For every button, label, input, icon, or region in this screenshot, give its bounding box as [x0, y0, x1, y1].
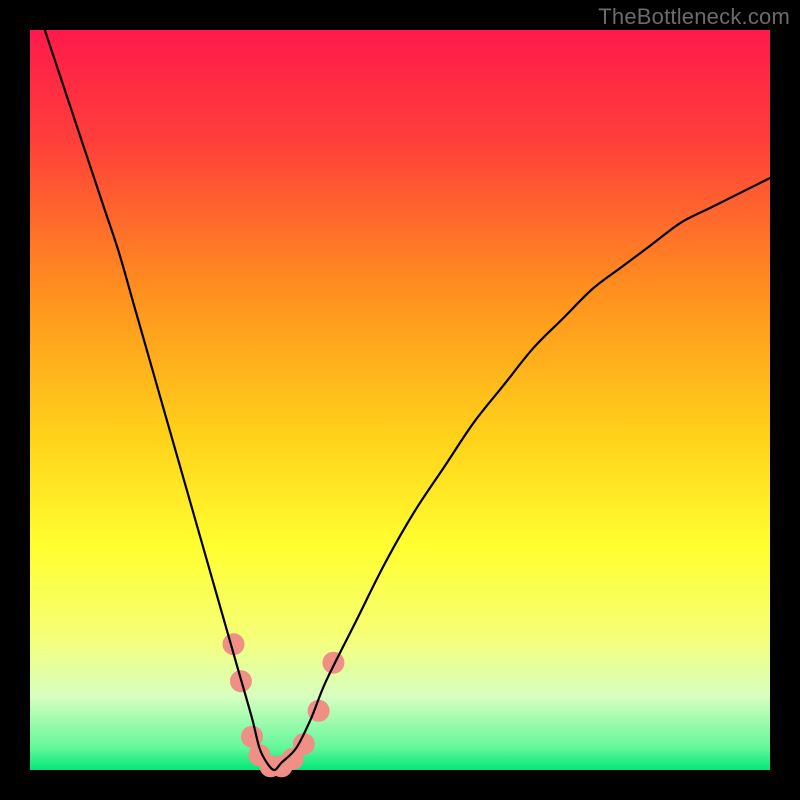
bottleneck-chart: [0, 0, 800, 800]
highlight-dot: [322, 652, 344, 674]
chart-frame: TheBottleneck.com: [0, 0, 800, 800]
plot-background: [30, 30, 770, 770]
watermark-text: TheBottleneck.com: [598, 4, 790, 30]
